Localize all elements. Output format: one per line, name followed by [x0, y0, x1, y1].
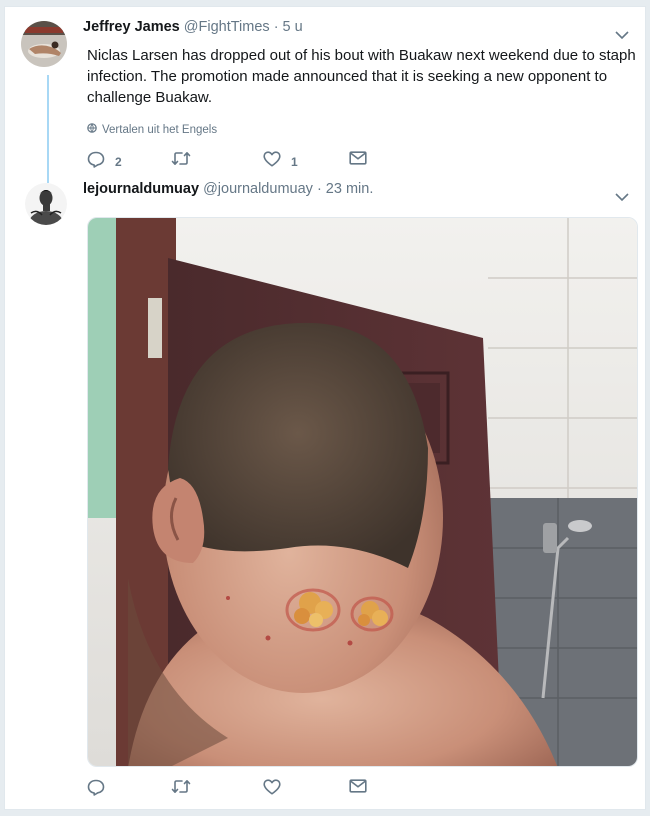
tweet1-reply-count: 2: [115, 155, 122, 169]
tweet2-message-button[interactable]: [349, 779, 367, 798]
tweet1-text: Niclas Larsen has dropped out of his bou…: [87, 47, 636, 106]
timeline-panel: Jeffrey James @FightTimes · 5 u Niclas L…: [4, 6, 646, 810]
tweet2-like-button[interactable]: [263, 779, 281, 800]
chevron-down-icon[interactable]: [615, 189, 629, 202]
tweet1-header: Jeffrey James @FightTimes · 5 u: [83, 19, 303, 35]
envelope-icon: [349, 779, 367, 798]
tweet1-reply-button[interactable]: 2: [87, 151, 122, 173]
avatar-journaldumuay[interactable]: [25, 183, 67, 225]
tweet1-actions: 2 1: [87, 151, 387, 171]
retweet-icon: [171, 779, 191, 799]
tweet1-like-button[interactable]: 1: [263, 151, 298, 172]
tweet2-author-name[interactable]: lejournaldumuay: [83, 181, 199, 197]
tweet2-reply-button[interactable]: [87, 779, 105, 801]
reply-icon: [87, 779, 105, 801]
thread-connector-line: [47, 75, 49, 183]
chevron-down-icon[interactable]: [615, 27, 629, 40]
reply-icon: [87, 151, 105, 173]
tweet1-author-name[interactable]: Jeffrey James: [83, 19, 180, 35]
tweet2-header: lejournaldumuay @journaldumuay · 23 min.: [83, 181, 373, 197]
tweet2-photo[interactable]: [87, 217, 638, 767]
translate-link[interactable]: Vertalen uit het Engels: [87, 123, 217, 136]
tweet1-message-button[interactable]: [349, 151, 367, 170]
tweet1-timestamp[interactable]: · 5 u: [274, 19, 303, 35]
avatar-fighttimes[interactable]: [21, 21, 67, 67]
tweet1-author-handle[interactable]: @FightTimes: [184, 19, 270, 35]
tweet2-author-handle[interactable]: @journaldumuay: [203, 181, 313, 197]
tweet2-retweet-button[interactable]: [171, 779, 191, 799]
retweet-icon: [171, 151, 191, 171]
tweet2-actions: [87, 779, 387, 799]
heart-icon: [263, 779, 281, 800]
heart-icon: [263, 151, 281, 172]
tweet1-like-count: 1: [291, 154, 298, 169]
tweet1-retweet-button[interactable]: [171, 151, 191, 171]
globe-icon: [87, 123, 97, 136]
photo-neck-infection: [88, 218, 637, 766]
tweet2-timestamp[interactable]: · 23 min.: [317, 181, 373, 197]
translate-label: Vertalen uit het Engels: [102, 123, 218, 136]
envelope-icon: [349, 151, 367, 170]
